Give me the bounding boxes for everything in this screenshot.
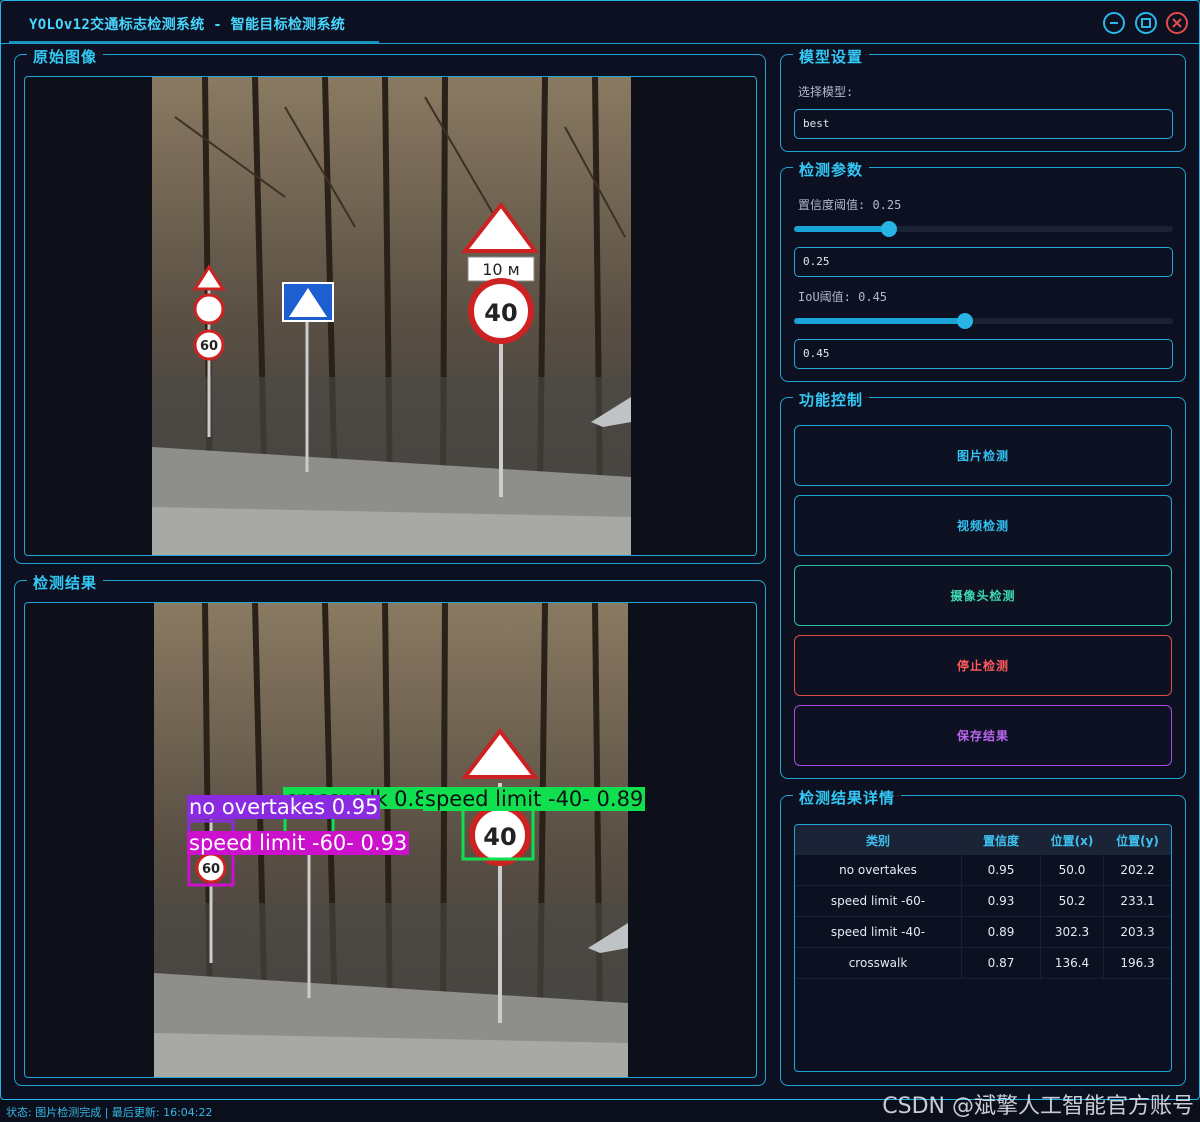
- cell-class: speed limit -40-: [795, 917, 962, 947]
- title-underline: [9, 41, 379, 43]
- sign-distance-text: 10 м: [482, 260, 520, 279]
- panel-title-details: 检测结果详情: [793, 787, 902, 808]
- cell-confidence: 0.87: [962, 948, 1041, 978]
- col-header-class[interactable]: 类别: [795, 825, 962, 855]
- iou-input[interactable]: 0.45: [794, 339, 1173, 369]
- table-row[interactable]: no overtakes 0.95 50.0 202.2: [795, 855, 1171, 886]
- confidence-slider[interactable]: [794, 221, 1173, 237]
- table-row[interactable]: crosswalk 0.87 136.4 196.3: [795, 948, 1171, 979]
- cell-pos-y: 202.2: [1120, 863, 1155, 877]
- maximize-icon: [1141, 18, 1151, 28]
- iou-label: IoU阈值: 0.45: [798, 290, 888, 304]
- sign-40-text: 40: [484, 299, 517, 327]
- result-sign-60-text: 60: [202, 862, 220, 877]
- model-select[interactable]: best: [794, 109, 1173, 139]
- detection-label-no-overtakes: no overtakes 0.95: [187, 795, 381, 819]
- detection-label-speed-limit-40: speed limit -40- 0.89: [423, 787, 646, 811]
- cell-pos-y: 203.3: [1120, 925, 1155, 939]
- status-bar: 状态: 图片检测完成 | 最后更新: 16:04:22: [6, 1106, 213, 1119]
- cell-class: crosswalk: [795, 948, 962, 978]
- iou-slider-fill: [794, 318, 965, 324]
- sign-60-text: 60: [200, 339, 218, 354]
- cell-pos-x: 50.2: [1041, 886, 1104, 916]
- original-image-view: 60 10 м 40: [24, 76, 757, 556]
- title-bar: YOLOv12交通标志检测系统 - 智能目标检测系统: [1, 1, 1199, 44]
- panel-title-control: 功能控制: [793, 389, 870, 410]
- detection-results-table: 类别 置信度 位置(x) 位置(y) no overtakes 0.95 50.…: [794, 824, 1172, 1072]
- panel-title-params: 检测参数: [793, 159, 870, 180]
- window-title: YOLOv12交通标志检测系统 - 智能目标检测系统: [29, 17, 346, 33]
- cell-pos-x: 302.3: [1041, 917, 1104, 947]
- minimize-button[interactable]: [1103, 12, 1125, 34]
- cell-pos-x: 136.4: [1041, 948, 1104, 978]
- original-photo: 60 10 м 40: [152, 77, 631, 555]
- panel-title-model: 模型设置: [793, 46, 870, 67]
- panel-title-result: 检测结果: [27, 572, 104, 593]
- cell-pos-y: 196.3: [1120, 956, 1155, 970]
- cell-pos-x: 50.0: [1041, 855, 1104, 885]
- col-header-pos-y[interactable]: 位置(y): [1104, 825, 1171, 855]
- col-header-pos-x[interactable]: 位置(x): [1041, 825, 1104, 855]
- result-image-view: 40 60 crosswalk 0.87 speed limit -40- 0.…: [24, 602, 757, 1078]
- cell-confidence: 0.93: [962, 886, 1041, 916]
- table-header: 类别 置信度 位置(x) 位置(y): [795, 825, 1171, 855]
- model-select-label: 选择模型:: [798, 85, 854, 99]
- stop-detect-button[interactable]: 停止检测: [794, 635, 1172, 696]
- cell-pos-y: 233.1: [1120, 894, 1155, 908]
- detection-label-speed-limit-60: speed limit -60- 0.93: [187, 831, 410, 855]
- table-row[interactable]: speed limit -60- 0.93 50.2 233.1: [795, 886, 1171, 917]
- confidence-slider-fill: [794, 226, 889, 232]
- minimize-icon: [1110, 22, 1118, 24]
- image-detect-button[interactable]: 图片检测: [794, 425, 1172, 486]
- watermark: CSDN @斌擎人工智能官方账号: [882, 1094, 1194, 1119]
- save-results-button[interactable]: 保存结果: [794, 705, 1172, 766]
- confidence-input[interactable]: 0.25: [794, 247, 1173, 277]
- cell-class: no overtakes: [795, 855, 962, 885]
- cell-confidence: 0.89: [962, 917, 1041, 947]
- video-detect-button[interactable]: 视频检测: [794, 495, 1172, 556]
- iou-slider-handle[interactable]: [956, 313, 973, 329]
- result-sign-40-text: 40: [483, 823, 516, 851]
- cell-confidence: 0.95: [962, 855, 1041, 885]
- camera-detect-button[interactable]: 摄像头检测: [794, 565, 1172, 626]
- confidence-slider-handle[interactable]: [880, 221, 897, 237]
- close-icon: [1172, 18, 1182, 28]
- panel-title-original: 原始图像: [27, 46, 104, 67]
- cell-class: speed limit -60-: [795, 886, 962, 916]
- table-row[interactable]: speed limit -40- 0.89 302.3 203.3: [795, 917, 1171, 948]
- col-header-confidence[interactable]: 置信度: [962, 825, 1041, 855]
- maximize-button[interactable]: [1135, 12, 1157, 34]
- confidence-label: 置信度阈值: 0.25: [798, 198, 902, 212]
- close-button[interactable]: [1166, 12, 1188, 34]
- iou-slider[interactable]: [794, 313, 1173, 329]
